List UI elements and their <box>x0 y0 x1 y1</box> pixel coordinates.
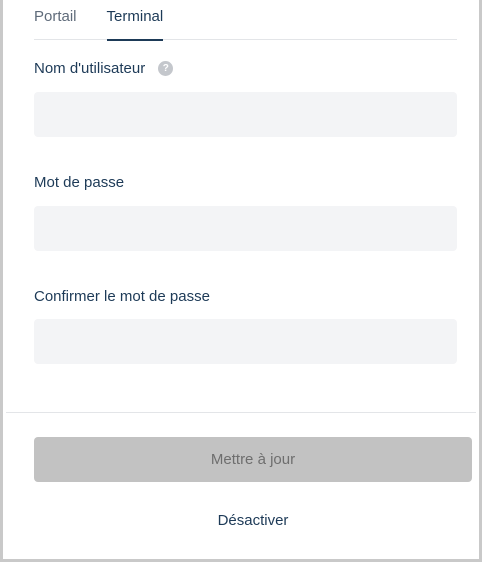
footer-divider <box>6 412 476 413</box>
password-label-text: Mot de passe <box>34 174 125 191</box>
username-label-text: Nom d'utilisateur <box>34 60 146 77</box>
username-label: Nom d'utilisateur ? <box>34 60 174 77</box>
confirm-password-input[interactable] <box>34 319 457 364</box>
question-circle-icon[interactable]: ? <box>158 61 174 76</box>
password-label: Mot de passe <box>34 174 124 191</box>
confirm-password-label-text: Confirmer le mot de passe <box>34 288 210 305</box>
username-input[interactable] <box>34 92 457 137</box>
deactivate-link[interactable]: Désactiver <box>34 512 472 534</box>
update-button[interactable]: Mettre à jour <box>34 437 472 482</box>
password-input[interactable] <box>34 206 457 251</box>
tab-terminal[interactable]: Terminal <box>106 0 163 41</box>
terminal-settings-panel: Portail Terminal Nom d'utilisateur ? Mot… <box>0 0 482 562</box>
tab-bar: Portail Terminal <box>34 0 457 41</box>
tab-portail[interactable]: Portail <box>34 0 77 40</box>
confirm-password-label: Confirmer le mot de passe <box>34 288 210 305</box>
